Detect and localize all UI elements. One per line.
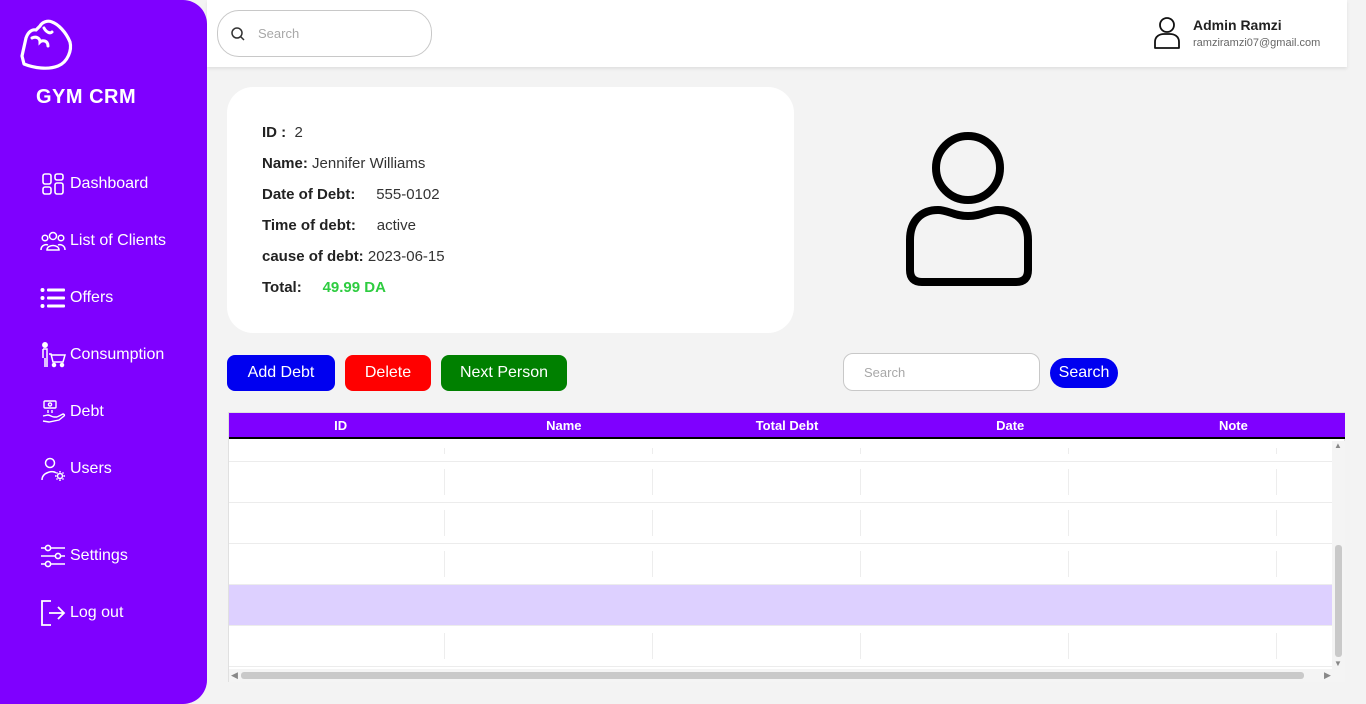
id-value: 2 <box>294 124 303 141</box>
table-row[interactable] <box>229 544 1332 585</box>
sidebar-item-debt[interactable]: Debt <box>40 397 104 427</box>
list-icon <box>40 285 66 311</box>
vertical-scroll-thumb[interactable] <box>1335 545 1342 657</box>
sidebar-item-label: Log out <box>70 604 124 621</box>
brand-title: GYM CRM <box>36 86 137 108</box>
table-row[interactable] <box>229 441 1332 462</box>
sidebar-item-label: Settings <box>70 547 128 564</box>
debt-hand-icon <box>40 399 66 425</box>
scroll-left-icon[interactable]: ◀ <box>231 670 238 681</box>
delete-button[interactable]: Delete <box>345 355 431 391</box>
sidebar-item-label: Consumption <box>70 346 165 363</box>
column-header-id[interactable]: ID <box>229 413 452 437</box>
cause-label: cause of debt: <box>262 248 364 265</box>
sidebar-item-label: Offers <box>70 289 114 306</box>
next-person-button[interactable]: Next Person <box>441 355 567 391</box>
gym-flexed-arm-logo-icon <box>20 19 73 70</box>
sidebar-item-offers[interactable]: Offers <box>40 283 113 313</box>
clients-group-icon <box>40 228 66 254</box>
debt-info-card: ID : 2 Name: Jennifer Williams Date of D… <box>227 87 794 333</box>
column-header-total-debt[interactable]: Total Debt <box>675 413 898 437</box>
logout-icon <box>40 600 66 626</box>
top-search-input[interactable] <box>258 26 408 41</box>
date-row: Date of Debt: 555-0102 <box>262 186 440 203</box>
sidebar-item-list-of-clients[interactable]: List of Clients <box>40 226 166 256</box>
sidebar-item-consumption[interactable]: Consumption <box>40 340 164 370</box>
column-header-name[interactable]: Name <box>452 413 675 437</box>
cause-value: 2023-06-15 <box>367 248 445 265</box>
vertical-scrollbar[interactable]: ▲ ▼ <box>1332 441 1345 669</box>
sidebar-item-label: Dashboard <box>70 175 149 192</box>
sliders-icon <box>40 543 66 569</box>
sidebar-item-label: Debt <box>70 403 104 420</box>
debt-table: ID Name Total Debt Date Note ▲ ▼ ◀ ▶ <box>228 412 1345 682</box>
horizontal-scrollbar[interactable]: ◀ ▶ <box>229 669 1345 682</box>
name-row: Name: Jennifer Williams <box>262 155 425 172</box>
date-value: 555-0102 <box>376 186 440 203</box>
search-icon <box>231 26 245 41</box>
column-header-note[interactable]: Note <box>1122 413 1345 437</box>
table-header: ID Name Total Debt Date Note <box>229 413 1345 439</box>
time-label: Time of debt: <box>262 217 356 234</box>
top-search-box[interactable] <box>217 10 432 57</box>
user-name: Admin Ramzi <box>1193 17 1282 33</box>
sidebar-item-logout[interactable]: Log out <box>40 598 123 628</box>
total-label: Total: <box>262 279 302 296</box>
date-label: Date of Debt: <box>262 186 356 203</box>
search-button[interactable]: Search <box>1050 358 1118 388</box>
table-row[interactable] <box>229 462 1332 503</box>
table-row-selected[interactable] <box>229 585 1332 626</box>
table-search-input[interactable] <box>843 353 1040 391</box>
sidebar-item-dashboard[interactable]: Dashboard <box>40 169 148 199</box>
total-row: Total: 49.99 DA <box>262 279 386 296</box>
name-label: Name: <box>262 155 308 172</box>
column-header-date[interactable]: Date <box>899 413 1122 437</box>
person-placeholder-icon <box>906 132 1032 286</box>
table-row[interactable] <box>229 503 1332 544</box>
scroll-down-icon[interactable]: ▼ <box>1334 659 1342 668</box>
sidebar-item-users[interactable]: Users <box>40 454 112 484</box>
cause-row: cause of debt: 2023-06-15 <box>262 248 445 265</box>
time-row: Time of debt: active <box>262 217 416 234</box>
user-gear-icon <box>40 456 66 482</box>
name-value: Jennifer Williams <box>312 155 426 172</box>
sidebar-item-label: Users <box>70 460 112 477</box>
sidebar: GYM CRM Dashboard List of Clients Offers… <box>0 0 207 704</box>
time-value: active <box>376 217 416 234</box>
user-avatar-icon <box>1154 17 1180 49</box>
table-row[interactable] <box>229 626 1332 667</box>
add-debt-button[interactable]: Add Debt <box>227 355 335 391</box>
sidebar-item-label: List of Clients <box>70 232 167 249</box>
dashboard-grid-icon <box>40 171 66 197</box>
horizontal-scroll-thumb[interactable] <box>241 672 1304 679</box>
sidebar-item-settings[interactable]: Settings <box>40 541 128 571</box>
cart-person-icon <box>40 342 66 368</box>
scroll-right-icon[interactable]: ▶ <box>1324 670 1331 681</box>
total-value: 49.99 DA <box>322 279 386 296</box>
table-body <box>229 441 1332 669</box>
id-row: ID : 2 <box>262 124 303 141</box>
id-label: ID : <box>262 124 287 141</box>
top-bar: Admin Ramzi ramziramzi07@gmail.com <box>207 0 1347 67</box>
scroll-up-icon[interactable]: ▲ <box>1334 441 1342 450</box>
user-email: ramziramzi07@gmail.com <box>1193 37 1321 49</box>
